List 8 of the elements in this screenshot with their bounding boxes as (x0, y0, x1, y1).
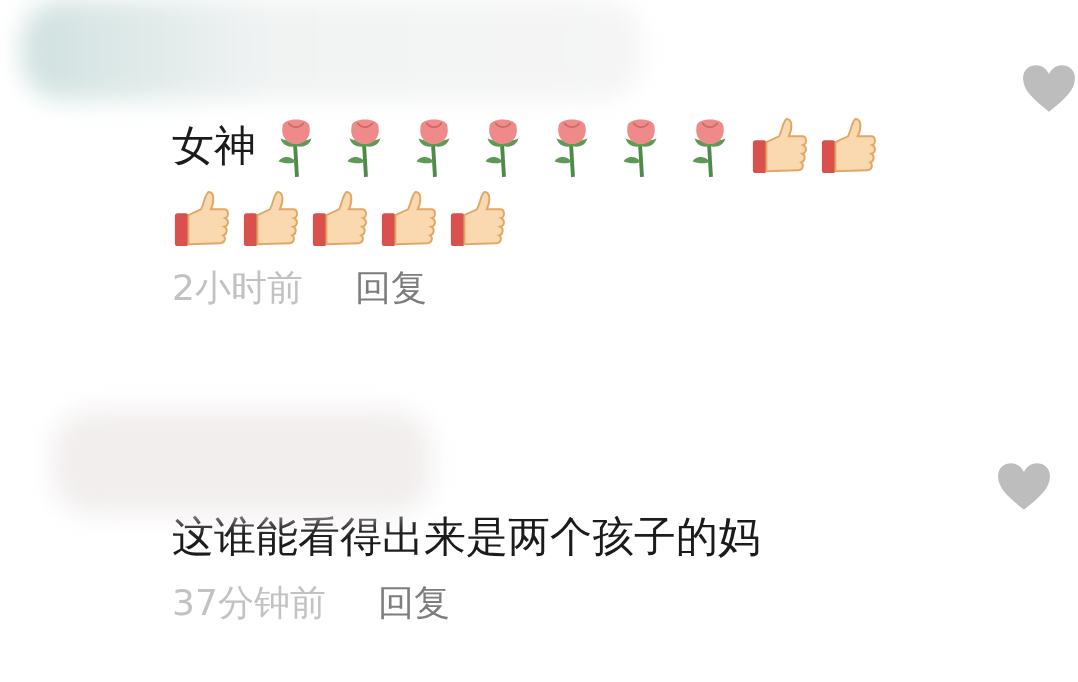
reply-button[interactable]: 回复 (354, 264, 427, 313)
timestamp: 2小时前 (172, 266, 303, 310)
timestamp: 37分钟前 (172, 581, 326, 625)
heart-icon[interactable] (997, 462, 1051, 512)
heart-icon[interactable] (1022, 64, 1076, 114)
comment-text: 女神 (172, 120, 256, 172)
comment-text: 这谁能看得出来是两个孩子的妈 (172, 511, 760, 563)
reply-button[interactable]: 回复 (377, 579, 450, 628)
